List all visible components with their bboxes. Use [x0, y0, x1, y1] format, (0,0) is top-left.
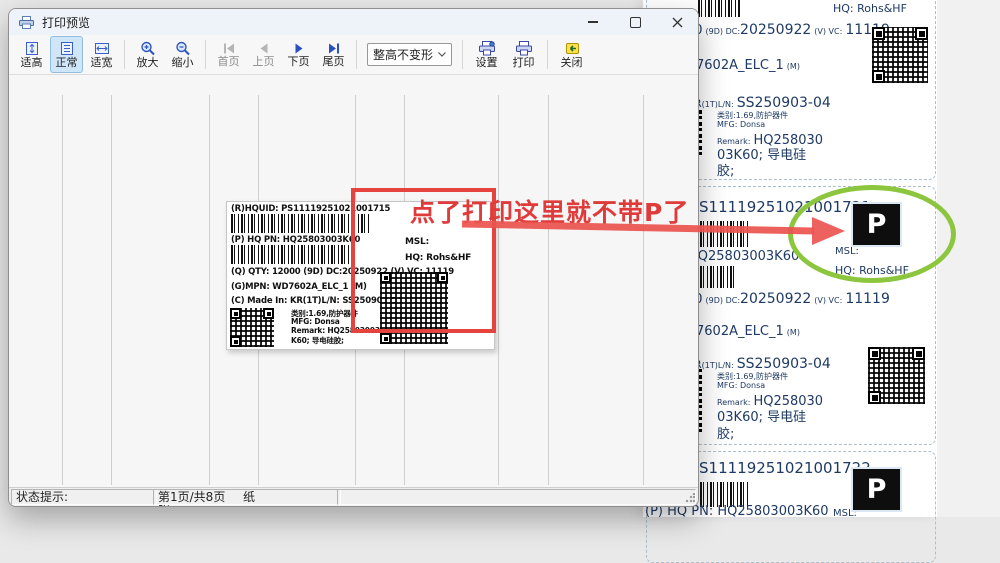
toolbar-separator — [462, 40, 463, 69]
label-qr-left — [230, 308, 274, 347]
bg-top-remark3: 胶; — [717, 160, 734, 179]
background-right-margin — [937, 0, 1000, 517]
label-mpn-line: (G)MPN: WD7602A_ELC_1 (M) — [231, 282, 367, 292]
last-page-icon — [326, 42, 342, 55]
bg-bot-p-logo: P — [851, 467, 902, 512]
bg-top-mpn-line: 7602A_ELC_1(M) — [696, 54, 800, 73]
annotation-note-text: 点了打印这里就不带P了 — [410, 193, 689, 229]
next-page-button[interactable]: 下页 — [282, 36, 315, 73]
close-preview-button[interactable]: 关闭 — [554, 36, 589, 73]
scale-mode-select[interactable]: 整高不变形 — [367, 43, 452, 66]
chevron-down-icon — [438, 52, 446, 57]
label-mfg: MFG: Donsa — [291, 317, 340, 326]
maximize-button[interactable] — [614, 9, 656, 35]
close-icon — [672, 17, 683, 28]
highlight-ellipse — [788, 185, 956, 283]
zoom-in-icon — [140, 41, 156, 56]
next-page-icon — [291, 42, 307, 55]
label-remark2: K60; 导电硅胶; — [291, 335, 344, 346]
bg-bot-serial: S11119251021001722 — [699, 459, 871, 477]
toolbar-separator — [547, 40, 548, 69]
toolbar-separator — [124, 40, 125, 69]
dialog-titlebar[interactable]: 打印预览 — [9, 9, 698, 35]
fit-height-icon — [24, 41, 40, 56]
printer-title-icon — [19, 16, 34, 29]
bg-top-date-line: 00(9D) DC:20250922(V) VC:11119 — [686, 19, 890, 38]
bg-mid-remark3: 胶; — [717, 423, 734, 442]
bg-top-lot-line: R(1T)L/N:SS250903-04 — [694, 92, 831, 111]
status-page-panel: 第1页/共8页 纸张:80.0mm×50.0mm — [153, 489, 341, 505]
bg-top-mfg: MFG: Donsa — [717, 120, 765, 129]
bg-top-barcode — [698, 0, 740, 17]
zoom-in-button[interactable]: 放大 — [131, 36, 164, 73]
bg-mid-pn: HQ25803003K60 — [688, 249, 799, 264]
last-page-button[interactable]: 尾页 — [317, 36, 350, 73]
scale-mode-value: 整高不变形 — [373, 46, 433, 63]
resize-grip[interactable] — [685, 493, 695, 503]
bg-mid-qr-code — [868, 347, 925, 404]
bg-mid-barcode2 — [700, 266, 736, 288]
label-hquid-barcode — [231, 214, 371, 233]
maximize-icon — [630, 17, 641, 28]
fit-width-button[interactable]: 适宽 — [85, 36, 118, 73]
zoom-out-icon — [175, 41, 191, 56]
minimize-icon — [588, 21, 598, 23]
bg-mid-date-line: 00(9D) DC:20250922(V) VC:11119 — [686, 288, 890, 307]
bg-mid-barcode1 — [700, 221, 748, 247]
printer-settings-icon — [478, 41, 496, 56]
toolbar-separator — [205, 40, 206, 69]
close-button[interactable] — [656, 9, 698, 35]
dialog-toolbar: 适高 正常 适宽 放大 缩小 首页 上页 下页 — [9, 35, 698, 75]
dialog-statusbar: 状态提示: 第1页/共8页 纸张:80.0mm×50.0mm — [9, 487, 698, 506]
bg-mid-lot-line: R(1T)L/N:SS250903-04 — [694, 353, 831, 372]
first-page-icon — [221, 42, 237, 55]
fit-height-button[interactable]: 适高 — [15, 36, 48, 73]
normal-view-icon — [59, 41, 75, 56]
fit-width-icon — [94, 41, 110, 56]
status-hint-label: 状态提示: — [16, 490, 68, 504]
dialog-title: 打印预览 — [42, 14, 90, 31]
prev-page-icon — [256, 42, 272, 55]
printer-icon — [515, 41, 533, 56]
toolbar-separator — [356, 40, 357, 69]
prev-page-button[interactable]: 上页 — [247, 36, 280, 73]
exit-icon — [564, 41, 580, 56]
label-pn-barcode — [231, 245, 349, 264]
status-empty-panel — [337, 489, 696, 505]
print-settings-button[interactable]: 设置 — [469, 36, 504, 73]
label-pn-line: (P) HQ PN: HQ25803003K60 — [231, 235, 360, 245]
status-page-info: 第1页/共8页 — [158, 490, 225, 504]
bg-mid-mpn-line: 7602A_ELC_1(M) — [696, 320, 800, 339]
first-page-button[interactable]: 首页 — [212, 36, 245, 73]
bg-mid-mfg: MFG: Donsa — [717, 381, 765, 390]
zoom-out-button[interactable]: 缩小 — [166, 36, 199, 73]
status-hint-panel: 状态提示: — [11, 489, 157, 505]
bg-top-qr-code — [872, 27, 928, 83]
minimize-button[interactable] — [572, 9, 614, 35]
normal-view-button[interactable]: 正常 — [50, 36, 83, 73]
print-button[interactable]: 打印 — [506, 36, 541, 73]
bg-top-hq-rohs: HQ: Rohs&HF — [833, 2, 907, 15]
